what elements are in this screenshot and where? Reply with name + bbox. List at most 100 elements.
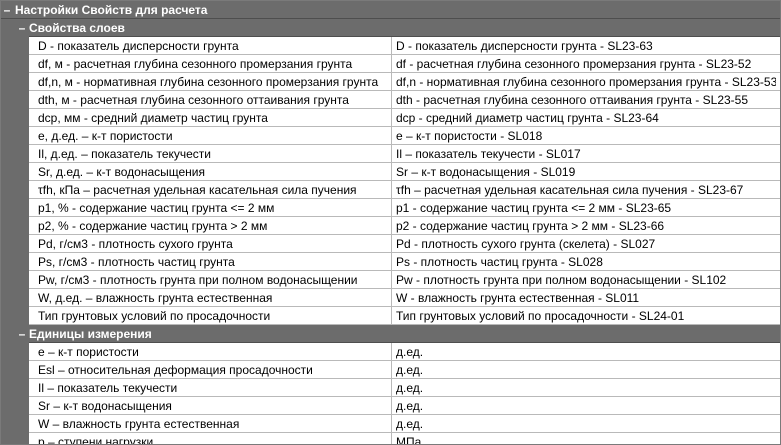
row-gutter: [1, 378, 29, 397]
row-gutter: [1, 342, 29, 361]
property-name: Sr, д.ед. – к-т водонасыщения: [38, 165, 205, 179]
collapse-icon[interactable]: –: [2, 1, 12, 19]
row-gutter: [1, 432, 29, 444]
property-row[interactable]: Il, д.ед. – показатель текучести Il – пок…: [1, 144, 780, 163]
property-name: р – ступени нагрузки: [38, 435, 154, 445]
row-gutter: [1, 180, 29, 199]
property-row[interactable]: Il – показатель текучести д.ед.: [1, 378, 780, 397]
property-name: е, д.ед. – к-т пористости: [38, 129, 173, 143]
column-divider[interactable]: [391, 307, 392, 324]
row-gutter: [1, 414, 29, 433]
row-gutter: [1, 54, 29, 73]
property-value[interactable]: д.ед.: [396, 361, 776, 379]
property-name: Pd, г/см3 - плотность сухого грунта: [38, 237, 233, 251]
row-gutter: [1, 108, 29, 127]
collapse-icon[interactable]: –: [17, 19, 27, 37]
property-value[interactable]: dth - расчетная глубина сезонного оттаив…: [396, 91, 776, 109]
property-value[interactable]: dcp - средний диаметр частиц грунта - SL…: [396, 109, 776, 127]
column-divider[interactable]: [391, 127, 392, 144]
property-value[interactable]: D - показатель дисперсности грунта - SL2…: [396, 37, 776, 55]
property-row[interactable]: dth, м - расчетная глубина сезонного отт…: [1, 90, 780, 109]
column-divider[interactable]: [391, 91, 392, 108]
category-layer-properties[interactable]: – Свойства слоев: [1, 19, 780, 37]
property-row[interactable]: W, д.ед. – влажность грунта естественная…: [1, 288, 780, 307]
property-value[interactable]: д.ед.: [396, 415, 776, 433]
property-row[interactable]: Sr – к-т водонасыщения д.ед.: [1, 396, 780, 415]
property-row[interactable]: Ps, г/см3 - плотность частиц грунта Ps - …: [1, 252, 780, 271]
column-divider[interactable]: [391, 397, 392, 414]
property-row[interactable]: Pw, г/см3 - плотность грунта при полном …: [1, 270, 780, 289]
column-divider[interactable]: [391, 163, 392, 180]
property-name: dth, м - расчетная глубина сезонного отт…: [38, 93, 349, 107]
property-row[interactable]: df, м - расчетная глубина сезонного пром…: [1, 54, 780, 73]
property-value[interactable]: W - влажность грунта естественная - SL01…: [396, 289, 776, 307]
property-value[interactable]: p2 - содержание частиц грунта > 2 мм - S…: [396, 217, 776, 235]
column-divider[interactable]: [391, 199, 392, 216]
property-value[interactable]: df,n - нормативная глубина сезонного про…: [396, 73, 776, 91]
property-row[interactable]: е, д.ед. – к-т пористости е – к-т пористо…: [1, 126, 780, 145]
property-row[interactable]: p2, % - содержание частиц грунта > 2 мм p…: [1, 216, 780, 235]
property-row[interactable]: Тип грунтовых условий по просадочности Ти…: [1, 306, 780, 325]
property-row[interactable]: W – влажность грунта естественная д.ед.: [1, 414, 780, 433]
property-value[interactable]: МПа: [396, 433, 776, 444]
property-row[interactable]: Esl – относительная деформация просадочн…: [1, 360, 780, 379]
property-value[interactable]: е – к-т пористости - SL018: [396, 127, 776, 145]
property-value[interactable]: д.ед.: [396, 379, 776, 397]
property-value[interactable]: τfh – расчетная удельная касательная сил…: [396, 181, 776, 199]
column-divider[interactable]: [391, 433, 392, 444]
property-value[interactable]: д.ед.: [396, 343, 776, 361]
column-divider[interactable]: [391, 253, 392, 270]
property-value[interactable]: Тип грунтовых условий по просадочности -…: [396, 307, 776, 325]
column-divider[interactable]: [391, 289, 392, 306]
property-name: τfh, кПа – расчетная удельная касательна…: [38, 183, 357, 197]
property-row[interactable]: е – к-т пористости д.ед.: [1, 342, 780, 361]
column-divider[interactable]: [391, 271, 392, 288]
property-value[interactable]: p1 - содержание частиц грунта <= 2 мм - …: [396, 199, 776, 217]
column-divider[interactable]: [391, 343, 392, 360]
property-name: W – влажность грунта естественная: [38, 417, 240, 431]
column-divider[interactable]: [391, 109, 392, 126]
property-row[interactable]: Pd, г/см3 - плотность сухого грунта Pd - …: [1, 234, 780, 253]
column-divider[interactable]: [391, 55, 392, 72]
column-divider[interactable]: [391, 235, 392, 252]
collapse-icon[interactable]: –: [17, 325, 27, 343]
column-divider[interactable]: [391, 73, 392, 90]
property-row[interactable]: Sr, д.ед. – к-т водонасыщения Sr – к-т во…: [1, 162, 780, 181]
property-row[interactable]: df,n, м - нормативная глубина сезонного …: [1, 72, 780, 91]
row-gutter: [1, 144, 29, 163]
row-gutter: [1, 162, 29, 181]
column-divider[interactable]: [391, 181, 392, 198]
row-gutter: [1, 306, 29, 325]
property-row[interactable]: p1, % - содержание частиц грунта <= 2 мм…: [1, 198, 780, 217]
category-root[interactable]: – Настройки Свойств для расчета: [1, 1, 780, 19]
property-row[interactable]: D - показатель дисперсности грунта D - по…: [1, 36, 780, 55]
property-grid: – Настройки Свойств для расчета – Свойств…: [0, 0, 781, 445]
row-gutter: [1, 234, 29, 253]
category-units[interactable]: – Единицы измерения: [1, 325, 780, 343]
property-value[interactable]: Il – показатель текучести - SL017: [396, 145, 776, 163]
property-value[interactable]: д.ед.: [396, 397, 776, 415]
property-name: Тип грунтовых условий по просадочности: [38, 309, 271, 323]
row-gutter: [1, 270, 29, 289]
property-name: е – к-т пористости: [38, 345, 139, 359]
property-value[interactable]: Sr – к-т водонасыщения - SL019: [396, 163, 776, 181]
property-value[interactable]: df - расчетная глубина сезонного промерз…: [396, 55, 776, 73]
column-divider[interactable]: [391, 379, 392, 396]
property-name: W, д.ед. – влажность грунта естественная: [38, 291, 273, 305]
column-divider[interactable]: [391, 145, 392, 162]
property-value[interactable]: Pd - плотность сухого грунта (скелета) -…: [396, 235, 776, 253]
property-row[interactable]: τfh, кПа – расчетная удельная касательна…: [1, 180, 780, 199]
property-row[interactable]: р – ступени нагрузки МПа: [1, 432, 780, 445]
property-name: Ps, г/см3 - плотность частиц грунта: [38, 255, 235, 269]
property-value[interactable]: Ps - плотность частиц грунта - SL028: [396, 253, 776, 271]
column-divider[interactable]: [391, 37, 392, 54]
property-name: df, м - расчетная глубина сезонного пром…: [38, 57, 353, 71]
column-divider[interactable]: [391, 415, 392, 432]
property-value[interactable]: Pw - плотность грунта при полном водонас…: [396, 271, 776, 289]
property-name: D - показатель дисперсности грунта: [38, 39, 239, 53]
property-name: Pw, г/см3 - плотность грунта при полном …: [38, 273, 358, 287]
row-gutter: [1, 288, 29, 307]
property-row[interactable]: dcp, мм - средний диаметр частиц грунта d…: [1, 108, 780, 127]
column-divider[interactable]: [391, 217, 392, 234]
column-divider[interactable]: [391, 361, 392, 378]
